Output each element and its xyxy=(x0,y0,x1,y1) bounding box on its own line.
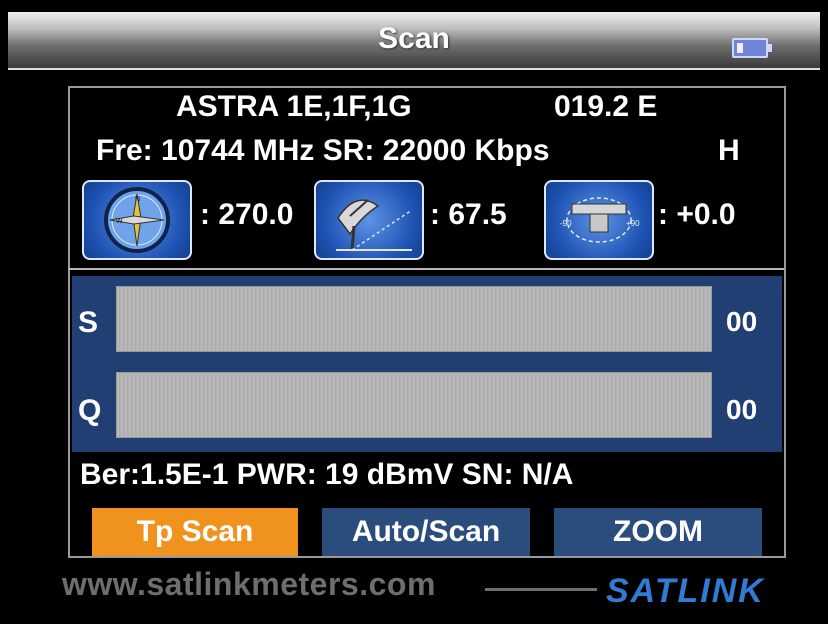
dish-elevation-icon xyxy=(314,180,424,260)
quality-label: Q xyxy=(78,394,102,427)
azimuth-value: : 270.0 xyxy=(200,198,294,231)
svg-text:+90: +90 xyxy=(626,219,640,228)
status-line: Ber:1.5E-1 PWR: 19 dBmV SN: N/A xyxy=(80,458,574,491)
auto-scan-button[interactable]: Auto/Scan xyxy=(322,508,530,556)
battery-icon xyxy=(732,38,772,58)
website-url: www.satlinkmeters.com xyxy=(62,566,436,602)
page-title: Scan xyxy=(378,22,450,55)
elevation-value: : 67.5 xyxy=(430,198,507,231)
zoom-button[interactable]: ZOOM xyxy=(554,508,762,556)
url-underline xyxy=(485,588,597,591)
divider xyxy=(68,268,784,270)
quality-bar xyxy=(116,372,712,438)
satellite-name: ASTRA 1E,1F,1G xyxy=(176,90,412,123)
svg-text:N: N xyxy=(135,196,140,203)
frequency-symbolrate: Fre: 10744 MHz SR: 22000 Kbps xyxy=(96,134,550,167)
svg-text:W: W xyxy=(116,218,123,225)
lnb-skew-icon: -90 +90 xyxy=(544,180,654,260)
svg-text:-90: -90 xyxy=(560,219,572,228)
quality-value: 00 xyxy=(726,394,758,425)
orbit-position: 019.2 E xyxy=(554,90,658,123)
compass-icon: N W xyxy=(82,180,192,260)
tp-scan-button[interactable]: Tp Scan xyxy=(92,508,298,556)
title-bar: Scan xyxy=(8,12,820,70)
strength-value: 00 xyxy=(726,306,758,337)
polarization: H xyxy=(718,134,740,167)
skew-value: : +0.0 xyxy=(658,198,736,231)
strength-bar xyxy=(116,286,712,352)
strength-label: S xyxy=(78,306,99,339)
brand-logo: SATLINK xyxy=(606,572,765,610)
